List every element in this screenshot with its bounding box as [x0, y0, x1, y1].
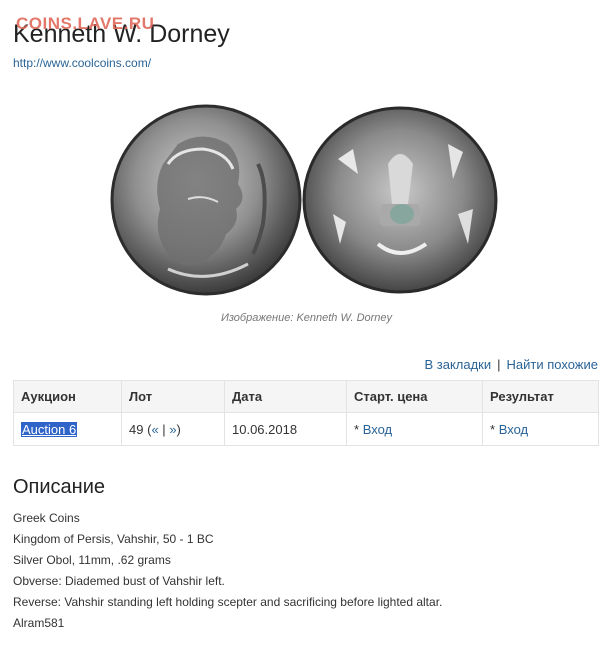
find-similar-link[interactable]: Найти похожие	[507, 357, 598, 372]
next-lot-link[interactable]: »	[169, 422, 176, 437]
description-line: Kingdom of Persis, Vahshir, 50 - 1 BC	[13, 532, 214, 546]
header-start-price: Старт. цена	[346, 380, 483, 413]
description-line: Reverse: Vahshir standing left holding s…	[13, 595, 443, 609]
actions-bar: В закладки | Найти похожие	[424, 357, 598, 372]
start-price-login-link[interactable]: Вход	[363, 422, 392, 437]
lot-table: Аукцион Лот Дата Старт. цена Результат A…	[13, 380, 599, 446]
header-auction: Аукцион	[13, 380, 122, 413]
auction-link[interactable]: Auction 6	[21, 421, 78, 437]
table-header-row: Аукцион Лот Дата Старт. цена Результат	[13, 380, 599, 413]
lot-cell: 49 (« | »)	[121, 412, 225, 446]
date-cell: 10.06.2018	[224, 412, 347, 446]
result-cell: * Вход	[482, 412, 599, 446]
lot-number: 49	[129, 421, 144, 437]
description-heading: Описание	[13, 476, 106, 498]
auction-cell: Auction 6	[13, 412, 122, 446]
description-line: Silver Obol, 11mm, .62 grams	[13, 553, 171, 567]
separator: |	[497, 357, 501, 372]
start-price-star: *	[354, 421, 360, 437]
description-line: Greek Coins	[13, 511, 80, 525]
lot-paren-close: )	[176, 421, 181, 437]
description-line: Alram581	[13, 616, 65, 630]
watermark: COINS.LAVE.RU	[16, 14, 155, 33]
website-link[interactable]: http://www.coolcoins.com/	[13, 56, 151, 70]
bookmark-link[interactable]: В закладки	[424, 357, 491, 372]
coin-image[interactable]	[108, 104, 508, 304]
result-star: *	[490, 421, 496, 437]
description-line: Obverse: Diademed bust of Vahshir left.	[13, 574, 225, 588]
coin-reverse	[302, 106, 498, 294]
lot-nav-separator: |	[162, 421, 166, 437]
header-result: Результат	[482, 380, 599, 413]
result-login-link[interactable]: Вход	[499, 422, 528, 437]
image-caption: Изображение: Kenneth W. Dorney	[220, 312, 393, 324]
prev-lot-link[interactable]: «	[151, 422, 158, 437]
table-row: Auction 6 49 (« | ») 10.06.2018 * Вход *…	[13, 412, 599, 446]
header-lot: Лот	[121, 380, 225, 413]
description-text: Greek Coins Kingdom of Persis, Vahshir, …	[13, 508, 442, 634]
start-price-cell: * Вход	[346, 412, 483, 446]
header-date: Дата	[224, 380, 347, 413]
coin-obverse	[110, 104, 302, 296]
